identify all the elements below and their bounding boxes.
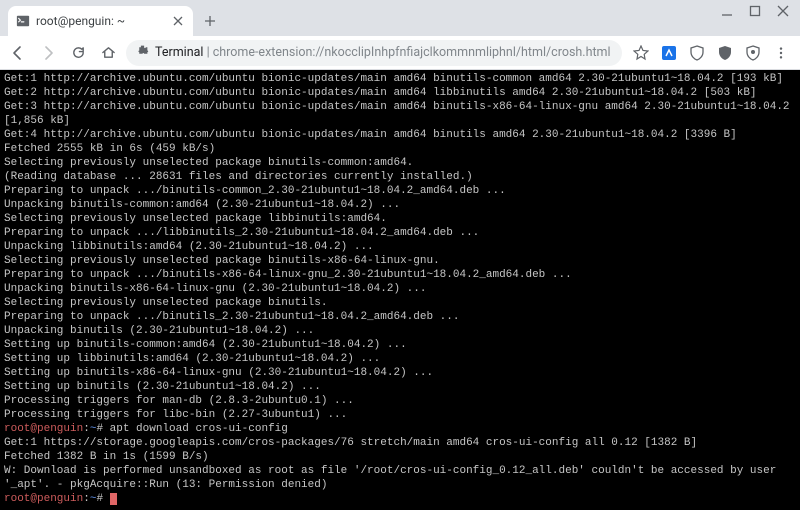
terminal-output[interactable]: Get:1 http://archive.ubuntu.com/ubuntu b… — [0, 70, 800, 510]
browser-tab[interactable]: root@penguin: ~ — [8, 6, 193, 36]
window-minimize-icon[interactable] — [720, 4, 734, 18]
bookmark-star-icon[interactable] — [632, 44, 650, 62]
window-controls — [720, 0, 800, 18]
omnibox-text: Terminal | chrome-extension://nkocclipIn… — [155, 45, 611, 60]
terminal-cursor — [110, 493, 117, 505]
terminal-favicon — [16, 14, 30, 28]
window-maximize-icon[interactable] — [748, 4, 762, 18]
new-tab-button[interactable] — [197, 8, 223, 34]
extension-shield-3-icon[interactable] — [744, 44, 762, 62]
extension-shield-1-icon[interactable] — [688, 44, 706, 62]
tab-title: root@penguin: ~ — [36, 14, 165, 28]
browser-toolbar: Terminal | chrome-extension://nkocclipIn… — [0, 36, 800, 70]
extension-puzzle-icon — [136, 44, 149, 61]
titlebar: root@penguin: ~ — [0, 0, 800, 36]
nav-back-button[interactable] — [6, 41, 30, 65]
window-close-icon[interactable] — [776, 4, 790, 18]
extension-icons — [628, 44, 794, 62]
extension-shield-2-icon[interactable] — [716, 44, 734, 62]
nav-home-button[interactable] — [96, 41, 120, 65]
chrome-menu-icon[interactable] — [772, 44, 790, 62]
extension-blue-icon[interactable] — [660, 44, 678, 62]
tab-close-icon[interactable] — [171, 14, 185, 28]
omnibox[interactable]: Terminal | chrome-extension://nkocclipIn… — [126, 40, 622, 66]
nav-reload-button[interactable] — [66, 41, 90, 65]
nav-forward-button[interactable] — [36, 41, 60, 65]
